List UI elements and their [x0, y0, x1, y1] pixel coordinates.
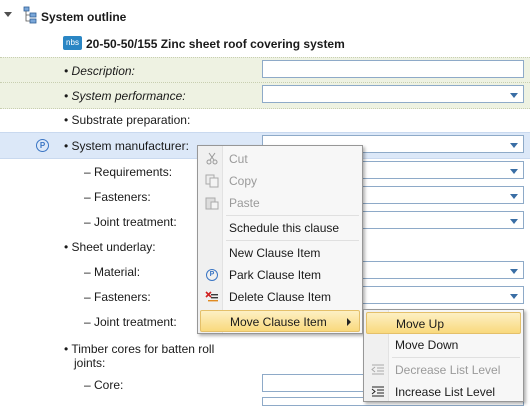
row-label: • Sheet underlay:	[64, 240, 156, 254]
menu-separator	[226, 215, 359, 216]
menu-item-label: Cut	[229, 152, 248, 166]
menu-item-label: Paste	[229, 196, 260, 210]
scissors-icon	[206, 152, 218, 165]
chevron-down-icon	[510, 143, 518, 148]
menu-separator	[226, 240, 359, 241]
copy-icon	[205, 174, 219, 188]
chevron-down-icon	[510, 169, 518, 174]
row-label: – Joint treatment:	[84, 315, 177, 329]
row-system-performance[interactable]: • System performance:	[0, 82, 530, 109]
menu-item-schedule-clause[interactable]: Schedule this clause	[200, 217, 360, 239]
menu-item-new-clause-item[interactable]: New Clause Item	[200, 242, 360, 264]
menu-item-increase-list-level[interactable]: Increase List Level	[366, 381, 521, 403]
row-label: – Joint treatment:	[84, 215, 177, 229]
menu-item-label: New Clause Item	[229, 246, 321, 260]
outline-header: System outline	[0, 0, 530, 32]
row-label: – Requirements:	[84, 165, 173, 179]
clause-title: 20-50-50/155 Zinc sheet roof covering sy…	[86, 37, 345, 51]
park-icon: P	[36, 139, 49, 152]
system-performance-dropdown[interactable]	[262, 85, 524, 103]
description-field[interactable]	[262, 60, 524, 78]
chevron-down-icon	[510, 93, 518, 98]
chevron-down-icon	[510, 269, 518, 274]
row-substrate-preparation[interactable]: • Substrate preparation:	[0, 107, 530, 132]
page-title: System outline	[41, 10, 127, 24]
menu-item-label: Move Up	[396, 317, 445, 331]
menu-item-cut[interactable]: Cut	[200, 148, 360, 170]
decrease-indent-icon	[371, 364, 384, 375]
row-label: – Fasteners:	[84, 190, 151, 204]
menu-item-label: Copy	[229, 174, 258, 188]
menu-item-label: Increase List Level	[395, 385, 496, 399]
row-label: • Substrate preparation:	[64, 113, 191, 127]
submenu-arrow-icon	[347, 318, 351, 326]
collapse-arrow-icon[interactable]	[4, 12, 12, 17]
row-label: • System manufacturer:	[64, 139, 189, 153]
row-label: – Fasteners:	[84, 290, 151, 304]
paste-icon	[205, 197, 219, 210]
chevron-down-icon	[510, 194, 518, 199]
menu-item-decrease-list-level[interactable]: Decrease List Level	[366, 359, 521, 381]
row-label: • Description:	[64, 64, 135, 78]
park-icon: P	[206, 269, 218, 281]
menu-item-park-clause-item[interactable]: P Park Clause Item	[200, 264, 360, 286]
menu-item-label: Decrease List Level	[395, 363, 501, 377]
menu-item-label: Move Down	[395, 338, 459, 352]
submenu-move-clause-item: Move Up Move Down Decrease List Level In…	[363, 309, 524, 402]
increase-indent-icon	[371, 386, 384, 397]
tree-outline-icon	[23, 6, 37, 24]
menu-item-label: Schedule this clause	[229, 221, 340, 235]
row-label: • Timber cores for batten roll	[64, 342, 215, 356]
menu-item-move-down[interactable]: Move Down	[366, 334, 521, 356]
menu-item-label: Delete Clause Item	[229, 290, 332, 304]
chevron-down-icon	[510, 294, 518, 299]
menu-item-delete-clause-item[interactable]: Delete Clause Item	[200, 286, 360, 308]
chevron-down-icon	[510, 219, 518, 224]
nbs-badge-icon: nbs	[63, 36, 82, 50]
delete-icon	[205, 291, 218, 302]
row-label: • System performance:	[64, 89, 186, 103]
row-label-cont: joints:	[74, 356, 106, 370]
menu-item-paste[interactable]: Paste	[200, 192, 360, 214]
menu-item-move-clause-item[interactable]: Move Clause Item	[200, 310, 360, 332]
menu-separator	[392, 357, 520, 358]
row-label: – Core:	[84, 378, 124, 392]
row-label: – Material:	[84, 265, 141, 279]
menu-item-label: Park Clause Item	[229, 268, 322, 282]
row-description[interactable]: • Description:	[0, 57, 530, 84]
menu-item-copy[interactable]: Copy	[200, 170, 360, 192]
context-menu: Cut Copy Paste Schedule this clause New …	[197, 145, 363, 334]
menu-item-label: Move Clause Item	[230, 315, 327, 329]
menu-item-move-up[interactable]: Move Up	[366, 312, 521, 334]
